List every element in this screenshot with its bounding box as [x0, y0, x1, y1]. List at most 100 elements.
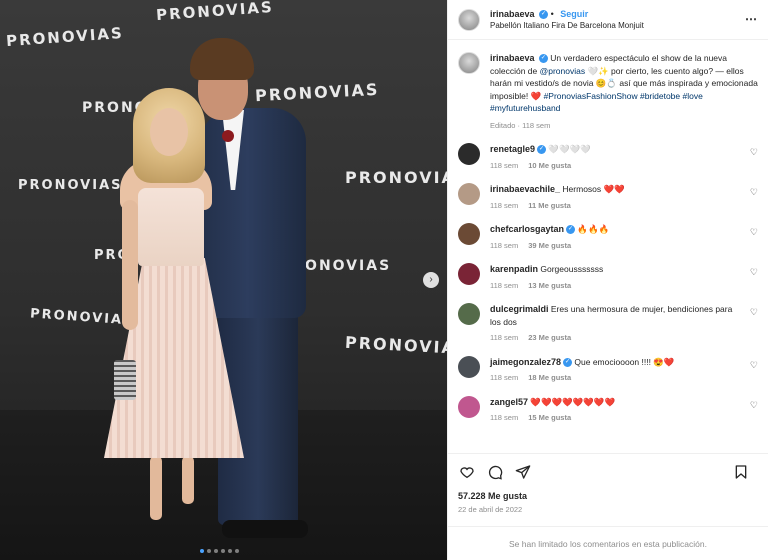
more-options-icon[interactable]: ⋯: [745, 12, 758, 26]
comment-time[interactable]: 118 sem: [490, 161, 518, 170]
comment-like-heart-icon[interactable]: ♡: [750, 307, 758, 318]
heart-icon[interactable]: [458, 463, 476, 481]
carousel-dots: [200, 549, 239, 553]
comment-row: renetagle9 ✓ 🤍🤍🤍🤍 118 sem 10 Me gusta ♡: [458, 143, 758, 172]
comment-line: zangel57 ❤️❤️❤️❤️❤️❤️❤️❤️: [490, 396, 740, 409]
comment-meta: 118 sem 11 Me gusta: [490, 200, 740, 213]
post-location[interactable]: Pabellón Italiano Fira De Barcelona Monj…: [490, 20, 644, 32]
comment-row: zangel57 ❤️❤️❤️❤️❤️❤️❤️❤️ 118 sem 15 Me gu…: [458, 395, 758, 425]
commenter-avatar[interactable]: [458, 223, 480, 245]
comment-line: irinabaevachile_ Hermosos ❤️❤️: [490, 183, 740, 196]
comment-meta: 118 sem 13 Me gusta: [490, 280, 740, 293]
commenter-avatar[interactable]: [458, 263, 480, 285]
likes-count[interactable]: 57.228 Me gusta: [448, 489, 768, 501]
commenter-avatar[interactable]: [458, 183, 480, 205]
verified-badge-icon: ✓: [563, 357, 573, 367]
comment-content: irinabaevachile_ Hermosos ❤️❤️ 118 sem 11 …: [490, 183, 740, 212]
comment-time[interactable]: 118 sem: [490, 373, 518, 382]
verified-badge-icon: ✓: [538, 54, 548, 64]
comment-likes[interactable]: 39 Me gusta: [528, 241, 571, 250]
comment-likes[interactable]: 23 Me gusta: [528, 333, 571, 342]
commenter-username[interactable]: karenpadin: [490, 264, 538, 274]
photo-watermark: PRONOVIAS: [254, 79, 380, 106]
author-username[interactable]: irinabaeva: [490, 9, 535, 19]
comment-text: 🔥🔥🔥: [577, 224, 610, 234]
caption-time[interactable]: 118 sem: [522, 121, 550, 130]
post-photo[interactable]: PRONOVIAS PRONOVIAS PRONOVIAS PRONOVIAS …: [0, 0, 447, 560]
comment-row: irinabaevachile_ Hermosos ❤️❤️ 118 sem 11 …: [458, 183, 758, 212]
comment-like-heart-icon[interactable]: ♡: [750, 267, 758, 278]
share-icon[interactable]: [514, 463, 532, 481]
carousel-dot: [214, 549, 218, 553]
verified-badge-icon: ✓: [566, 225, 576, 235]
comment-icon[interactable]: [486, 463, 504, 481]
comment-content: zangel57 ❤️❤️❤️❤️❤️❤️❤️❤️ 118 sem 15 Me gu…: [490, 396, 740, 425]
comment-time[interactable]: 118 sem: [490, 333, 518, 342]
photo-watermark: PRONOVIAS: [29, 306, 135, 329]
comment-likes[interactable]: 11 Me gusta: [528, 201, 571, 210]
comment-likes[interactable]: 18 Me gusta: [528, 373, 571, 382]
comment-text: Hermosos ❤️❤️: [562, 184, 625, 194]
verified-badge-icon: ✓: [539, 9, 549, 19]
lapel-flower: [222, 130, 234, 142]
commenter-username[interactable]: irinabaevachile_: [490, 184, 560, 194]
comment-likes[interactable]: 15 Me gusta: [528, 413, 571, 422]
bookmark-icon[interactable]: [732, 463, 750, 481]
woman-leg: [150, 456, 162, 520]
photo-watermark: PRONOVIAS: [344, 332, 447, 359]
woman-face: [150, 108, 188, 156]
comment-like-heart-icon[interactable]: ♡: [750, 147, 758, 158]
caption-author-avatar[interactable]: [458, 52, 480, 74]
carousel-next-icon[interactable]: ›: [423, 272, 439, 288]
comment-content: renetagle9 ✓ 🤍🤍🤍🤍 118 sem 10 Me gusta: [490, 143, 740, 172]
caption-text: irinabaeva ✓ Un verdadero espectáculo el…: [490, 52, 758, 115]
comment-row: jaimegonzalez78 ✓ Que emocioooon !!!! 😍❤️…: [458, 355, 758, 385]
comment-row: chefcarlosgaytan ✓ 🔥🔥🔥 118 sem 39 Me gusta ♡: [458, 223, 758, 252]
comment-row: dulcegrimaldi Eres una hermosura de muje…: [458, 303, 758, 345]
man-hair: [190, 38, 254, 80]
comment-time[interactable]: 118 sem: [490, 201, 518, 210]
commenter-username[interactable]: zangel57: [490, 397, 528, 407]
comment-meta: 118 sem 10 Me gusta: [490, 160, 740, 173]
comment-like-heart-icon[interactable]: ♡: [750, 187, 758, 198]
commenter-avatar[interactable]: [458, 395, 480, 418]
comments-limited-notice: Se han limitado los comentarios en esta …: [448, 526, 768, 560]
commenter-avatar[interactable]: [458, 143, 480, 165]
post-header: irinabaeva ✓ • Seguir Pabellón Italiano …: [448, 0, 768, 40]
carousel-dot: [221, 549, 225, 553]
comment-likes[interactable]: 13 Me gusta: [528, 281, 571, 290]
clutch-bag: [114, 360, 136, 400]
commenter-avatar[interactable]: [458, 355, 480, 378]
caption-mention[interactable]: @pronovias: [540, 66, 585, 76]
commenter-username[interactable]: dulcegrimaldi: [490, 304, 549, 314]
post-date: 22 de abril de 2022: [458, 505, 523, 514]
caption-username[interactable]: irinabaeva: [490, 53, 535, 63]
woman-arm: [122, 200, 138, 330]
comment-meta: 118 sem 15 Me gusta: [490, 412, 740, 425]
comment-likes[interactable]: 10 Me gusta: [528, 161, 571, 170]
comment-like-heart-icon[interactable]: ♡: [750, 400, 758, 411]
commenter-username[interactable]: jaimegonzalez78: [490, 357, 561, 367]
comment-time[interactable]: 118 sem: [490, 281, 518, 290]
action-bar: [448, 453, 768, 489]
follow-button[interactable]: Seguir: [560, 9, 588, 19]
photo-watermark: PRONOVIAS: [155, 0, 275, 25]
comment-like-heart-icon[interactable]: ♡: [750, 360, 758, 371]
verified-badge-icon: ✓: [537, 145, 547, 155]
comment-text: Que emocioooon !!!! 😍❤️: [574, 356, 675, 367]
comment-time[interactable]: 118 sem: [490, 241, 518, 250]
comment-content: chefcarlosgaytan ✓ 🔥🔥🔥 118 sem 39 Me gusta: [490, 223, 740, 252]
comment-like-heart-icon[interactable]: ♡: [750, 227, 758, 238]
comment-time[interactable]: 118 sem: [490, 413, 518, 422]
caption-content: irinabaeva ✓ Un verdadero espectáculo el…: [480, 52, 758, 132]
commenter-avatar[interactable]: [458, 303, 480, 325]
caption-edited: Editado: [490, 120, 516, 130]
commenter-username[interactable]: chefcarlosgaytan: [490, 224, 564, 234]
commenter-username[interactable]: renetagle9: [490, 144, 535, 154]
carousel-dot: [235, 549, 239, 553]
comment-content: karenpadin Gorgeousssssss 118 sem 13 Me gu…: [490, 263, 740, 292]
comments-scroll-area[interactable]: irinabaeva ✓ Un verdadero espectáculo el…: [448, 40, 768, 453]
comment-content: jaimegonzalez78 ✓ Que emocioooon !!!! 😍❤️…: [490, 356, 740, 385]
author-avatar[interactable]: [458, 8, 480, 31]
comment-meta: 118 sem 18 Me gusta: [490, 372, 740, 385]
